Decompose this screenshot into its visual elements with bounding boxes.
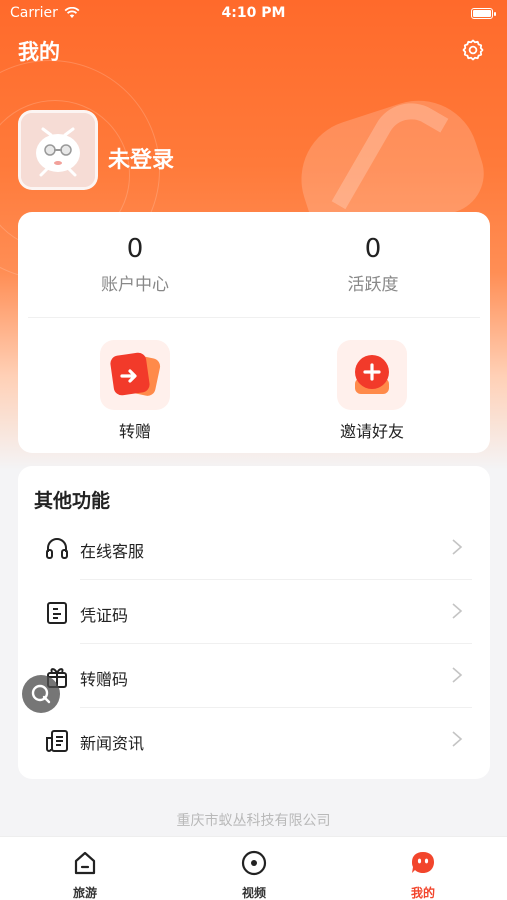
avatar[interactable] xyxy=(18,110,98,190)
chevron-right-icon xyxy=(452,539,463,555)
profile-face-icon xyxy=(412,852,434,873)
headset-icon xyxy=(46,538,68,559)
tab-travel[interactable]: 旅游 xyxy=(40,849,130,900)
action-label: 转赠 xyxy=(118,422,151,441)
battery-icon xyxy=(471,8,496,19)
transfer-icon xyxy=(100,340,170,410)
page-title: 我的 xyxy=(18,40,60,64)
menu-item-label: 转赠码 xyxy=(80,670,129,689)
login-status[interactable]: 未登录 xyxy=(108,142,174,174)
gear-icon[interactable] xyxy=(461,38,485,62)
tab-bar: 旅游 视频 我的 xyxy=(0,836,507,900)
stat-label: 账户中心 xyxy=(101,275,169,295)
invite-friend-button[interactable]: 邀请好友 xyxy=(302,340,442,442)
tab-label: 旅游 xyxy=(72,886,97,900)
chevron-right-icon xyxy=(452,667,463,683)
invite-friend-icon xyxy=(337,340,407,410)
menu-item-voucher-code[interactable]: 凭证码 xyxy=(18,580,490,644)
voucher-icon xyxy=(47,602,67,624)
company-footer: 重庆市蚁丛科技有限公司 xyxy=(176,813,331,829)
search-icon xyxy=(31,684,51,704)
account-card: 0 账户中心 0 活跃度 转赠 邀请好友 xyxy=(18,212,490,453)
stat-label: 活跃度 xyxy=(347,275,399,295)
menu-item-label: 在线客服 xyxy=(80,542,145,561)
action-label: 邀请好友 xyxy=(339,422,404,441)
transfer-button[interactable]: 转赠 xyxy=(65,340,205,442)
chevron-right-icon xyxy=(452,731,463,747)
play-circle-icon xyxy=(241,850,267,876)
stat-value: 0 xyxy=(364,234,382,264)
tab-label: 视频 xyxy=(241,886,266,900)
menu-item-label: 新闻资讯 xyxy=(80,734,145,753)
status-time: 4:10 PM xyxy=(221,5,286,21)
home-icon xyxy=(74,851,96,875)
menu-item-news[interactable]: 新闻资讯 xyxy=(18,708,490,772)
chevron-right-icon xyxy=(452,603,463,619)
stat-account-center[interactable]: 0 账户中心 xyxy=(35,234,235,295)
stat-activity[interactable]: 0 活跃度 xyxy=(273,234,473,295)
menu-item-gift-code[interactable]: 转赠码 xyxy=(18,644,490,708)
tab-label: 我的 xyxy=(410,886,435,900)
other-functions-card: 其他功能 在线客服 凭证码 转赠码 新闻资讯 xyxy=(18,466,490,779)
divider xyxy=(28,317,480,318)
tab-video[interactable]: 视频 xyxy=(209,849,299,900)
menu-item-label: 凭证码 xyxy=(80,606,129,625)
tab-mine[interactable]: 我的 xyxy=(378,849,468,900)
stat-value: 0 xyxy=(126,234,144,264)
news-icon xyxy=(46,730,68,752)
menu-item-customer-service[interactable]: 在线客服 xyxy=(18,516,490,580)
status-bar: Carrier 4:10 PM xyxy=(0,0,507,28)
floating-assist-button[interactable] xyxy=(22,675,60,713)
section-title: 其他功能 xyxy=(34,490,111,512)
